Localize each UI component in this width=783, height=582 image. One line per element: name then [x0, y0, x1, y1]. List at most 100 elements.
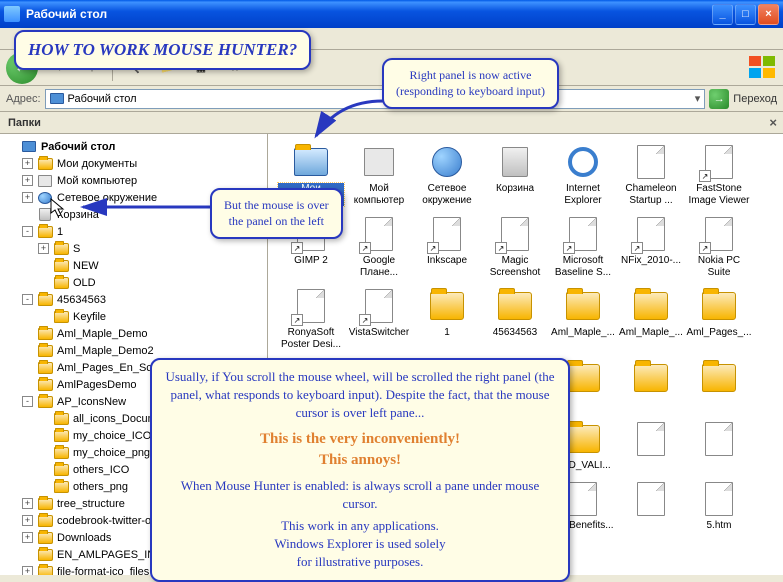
tree-item-label: Мои документы	[57, 158, 137, 170]
expander-blank	[38, 447, 49, 458]
folder-icon	[53, 276, 69, 290]
grid-item[interactable]: Мой компьютер	[346, 144, 412, 206]
grid-item-label: 5.htm	[706, 520, 731, 532]
tree-item-label: AmlPagesDemo	[57, 379, 136, 391]
folder-icon	[37, 395, 53, 409]
grid-item-label: NFix_2010-...	[621, 255, 681, 267]
folder-icon	[37, 497, 53, 511]
folder-icon	[53, 412, 69, 426]
folder-icon	[565, 421, 601, 457]
grid-item[interactable]: 45634563	[482, 288, 548, 350]
expander-blank	[38, 413, 49, 424]
grid-item-label: Сетевое окружение	[414, 183, 480, 206]
tree-item-label: Aml_Maple_Demo	[57, 328, 147, 340]
tree-item-label: others_ICO	[73, 464, 129, 476]
grid-item[interactable]: Google Плане...	[346, 216, 412, 278]
tree-item-label: Мой компьютер	[57, 175, 137, 187]
collapse-icon[interactable]: -	[22, 294, 33, 305]
file-icon	[633, 421, 669, 457]
grid-item[interactable]	[618, 360, 684, 411]
grid-item[interactable]: Сетевое окружение	[414, 144, 480, 206]
minimize-button[interactable]: _	[712, 4, 733, 25]
app-icon	[701, 144, 737, 180]
grid-item[interactable]: RonyaSoft Poster Desi...	[278, 288, 344, 350]
tree-item-label: OLD	[73, 277, 96, 289]
grid-item[interactable]	[686, 360, 752, 411]
tree-item[interactable]: NEW	[2, 257, 265, 274]
grid-item-label: GIMP 2	[294, 255, 328, 267]
tree-item[interactable]: Aml_Maple_Demo2	[2, 342, 265, 359]
grid-item[interactable]: NFix_2010-...	[618, 216, 684, 278]
grid-item[interactable]: VistaSwitcher	[346, 288, 412, 350]
tree-item[interactable]: Рабочий стол	[2, 138, 265, 155]
grid-item[interactable]: Chameleon Startup ...	[618, 144, 684, 206]
folder-icon	[53, 463, 69, 477]
expand-icon[interactable]: +	[38, 243, 49, 254]
window-title: Рабочий стол	[26, 7, 710, 21]
expander-blank	[22, 328, 33, 339]
expand-icon[interactable]: +	[22, 532, 33, 543]
expand-icon[interactable]: +	[22, 498, 33, 509]
folders-pane-header: Папки ×	[0, 112, 783, 134]
expand-icon[interactable]: +	[22, 175, 33, 186]
grid-item[interactable]: Aml_Maple_...	[550, 288, 616, 350]
app-icon	[497, 216, 533, 252]
grid-item-label: Aml_Maple_...	[619, 327, 683, 339]
tree-item[interactable]: + Мои документы	[2, 155, 265, 172]
tree-item-label: my_choice_ICO	[73, 430, 151, 442]
expander-blank	[22, 345, 33, 356]
close-button[interactable]: ×	[758, 4, 779, 25]
grid-item[interactable]: Aml_Maple_...	[618, 288, 684, 350]
address-dropdown[interactable]: ▾	[695, 92, 701, 105]
pc-icon	[37, 174, 53, 188]
grid-item[interactable]: Internet Explorer	[550, 144, 616, 206]
folder-icon	[37, 157, 53, 171]
tree-item[interactable]: -45634563	[2, 291, 265, 308]
grid-item[interactable]: Inkscape	[414, 216, 480, 278]
folders-pane-close[interactable]: ×	[769, 115, 777, 130]
expander-blank	[38, 481, 49, 492]
arrow-to-right-panel	[308, 96, 388, 149]
ie-icon	[565, 144, 601, 180]
expand-icon[interactable]: +	[22, 158, 33, 169]
tree-item[interactable]: +S	[2, 240, 265, 257]
tree-item[interactable]: Aml_Maple_Demo	[2, 325, 265, 342]
collapse-icon[interactable]: -	[22, 396, 33, 407]
grid-item[interactable]	[618, 421, 684, 472]
expand-icon[interactable]: +	[22, 192, 33, 203]
grid-item[interactable]: 1	[414, 288, 480, 350]
go-button[interactable]: →	[709, 89, 729, 109]
grid-item-label: Nokia PC Suite	[686, 255, 752, 278]
grid-item[interactable]: Aml_Pages_...	[686, 288, 752, 350]
tree-item-label: 1	[57, 226, 63, 238]
grid-item[interactable]: Microsoft Baseline S...	[550, 216, 616, 278]
expand-icon[interactable]: +	[22, 566, 33, 575]
grid-item-label: Google Плане...	[346, 255, 412, 278]
tree-item[interactable]: OLD	[2, 274, 265, 291]
maximize-button[interactable]: □	[735, 4, 756, 25]
grid-item[interactable]	[686, 421, 752, 472]
grid-item[interactable]: 5.htm	[686, 481, 752, 532]
tree-item[interactable]: Keyfile	[2, 308, 265, 325]
grid-item-label: VistaSwitcher	[349, 327, 409, 339]
callout-explanation-line2: When Mouse Hunter is enabled: is always …	[164, 477, 556, 513]
collapse-icon[interactable]: -	[22, 226, 33, 237]
callout-explanation: Usually, if You scroll the mouse wheel, …	[150, 358, 570, 582]
tree-item-label: AP_IconsNew	[57, 396, 126, 408]
grid-item[interactable]: FastStone Image Viewer	[686, 144, 752, 206]
expand-icon[interactable]: +	[22, 515, 33, 526]
tree-item-label: Рабочий стол	[41, 141, 115, 153]
grid-item[interactable]	[618, 481, 684, 532]
folder-icon	[37, 327, 53, 341]
bin-icon	[497, 144, 533, 180]
grid-item[interactable]: Корзина	[482, 144, 548, 206]
grid-item-label: Корзина	[496, 183, 534, 195]
expander-blank	[22, 379, 33, 390]
expander-blank	[38, 464, 49, 475]
folder-icon	[53, 429, 69, 443]
address-value: Рабочий стол	[68, 93, 137, 105]
grid-item[interactable]: Magic Screenshot	[482, 216, 548, 278]
tree-item[interactable]: + Мой компьютер	[2, 172, 265, 189]
grid-item[interactable]: Nokia PC Suite	[686, 216, 752, 278]
folder-icon	[53, 480, 69, 494]
